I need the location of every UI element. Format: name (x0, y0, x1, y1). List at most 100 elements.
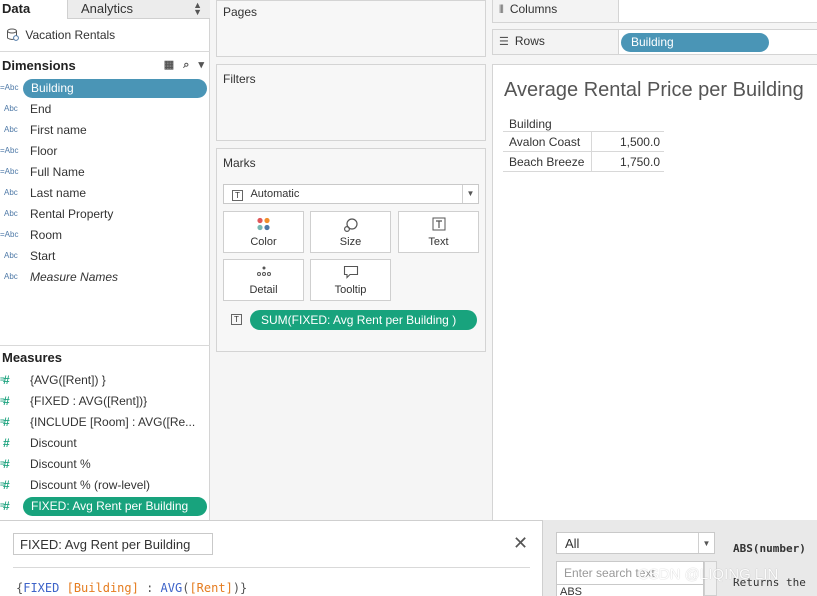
number-type-icon: # (0, 478, 10, 492)
color-button[interactable]: Color (223, 211, 304, 253)
rows-shelf-label: ☰ Rows (493, 30, 619, 54)
measure-item[interactable]: # FIXED: Avg Rent per Building (0, 496, 210, 517)
number-type-icon: # (0, 394, 10, 408)
dimension-item[interactable]: Abc Rental Property (0, 204, 210, 225)
watermark: CSDN @LIQING LIN (638, 566, 779, 583)
function-list[interactable]: ABS (556, 585, 704, 596)
measure-label: {AVG([Rent]) } (30, 373, 106, 387)
number-type-icon: # (3, 436, 10, 450)
code-keyword: FIXED (23, 581, 60, 595)
function-category-select[interactable]: All ▼ (556, 532, 715, 554)
number-type-icon: # (0, 457, 10, 471)
view-toggle-icon[interactable]: ▦ (164, 58, 174, 71)
size-icon (311, 212, 390, 233)
viz-row-value: 1,500.0 (591, 132, 664, 151)
detail-label: Detail (249, 284, 278, 296)
calc-name-field[interactable]: FIXED: Avg Rent per Building (13, 533, 213, 555)
text-mark-icon: T (232, 190, 243, 201)
viz-row[interactable]: Beach Breeze 1,750.0 (503, 152, 664, 172)
dimension-item[interactable]: Abc Measure Names (0, 267, 210, 288)
dimension-item[interactable]: =Abc Room (0, 225, 210, 246)
color-label: Color (250, 236, 277, 248)
dimension-label: Room (30, 228, 63, 242)
measure-label: Discount % (30, 457, 91, 471)
mark-type-select[interactable]: T Automatic ▼ (223, 184, 479, 204)
text-button[interactable]: Text (398, 211, 479, 253)
filters-card[interactable]: Filters (216, 64, 486, 141)
detail-dots-icon (224, 260, 303, 280)
measure-item[interactable]: # {INCLUDE [Room] : AVG([Re... (0, 412, 210, 433)
dimension-item[interactable]: Abc First name (0, 120, 210, 141)
string-type-icon: =Abc (0, 83, 19, 92)
dimension-item[interactable]: Abc End (0, 99, 210, 120)
mark-type-value: Automatic (250, 188, 300, 200)
chevron-down-icon[interactable]: ▼ (698, 533, 714, 553)
tooltip-icon (311, 260, 390, 280)
measures-header: Measures (0, 347, 210, 367)
viz-header-building[interactable]: Building (503, 115, 664, 132)
dimension-label: Rental Property (30, 207, 114, 221)
calc-formula-editor[interactable]: {FIXED [Building] : AVG([Rent])} (16, 581, 247, 595)
text-icon (399, 212, 478, 232)
columns-shelf-label: ⦀ Columns (493, 0, 619, 22)
tab-analytics[interactable]: Analytics ▲ ▼ (67, 0, 210, 19)
filters-title: Filters (223, 72, 256, 86)
chevron-down-icon[interactable]: ▾ (198, 58, 204, 71)
detail-button[interactable]: Detail (223, 259, 304, 301)
function-reference: All ▼ Enter search text ABS ABS(number) … (543, 520, 817, 596)
measure-item[interactable]: # Discount % (0, 454, 210, 475)
search-icon[interactable]: ⌕ (183, 59, 189, 72)
marks-measure-pill[interactable]: SUM(FIXED: Avg Rent per Building ) (250, 310, 477, 330)
measure-item[interactable]: # Discount % (row-level) (0, 475, 210, 496)
dimension-label: Building (23, 79, 207, 98)
marks-field-row: T SUM(FIXED: Avg Rent per Building ) (231, 310, 491, 330)
size-button[interactable]: Size (310, 211, 391, 253)
rows-building-pill[interactable]: Building (621, 33, 769, 52)
measure-label: {INCLUDE [Room] : AVG([Re... (30, 415, 196, 429)
string-type-icon: =Abc (0, 167, 19, 176)
viz-row[interactable]: Avalon Coast 1,500.0 (503, 132, 664, 152)
chevron-down-icon[interactable]: ▼ (462, 185, 478, 203)
dimension-item[interactable]: =Abc Building (0, 78, 210, 99)
measure-item[interactable]: # Discount (0, 433, 210, 454)
function-list-item[interactable]: ABS (560, 586, 582, 596)
tab-data[interactable]: Data (0, 0, 67, 19)
number-type-icon: # (0, 373, 10, 387)
dimension-item[interactable]: =Abc Full Name (0, 162, 210, 183)
columns-label: Columns (509, 2, 558, 16)
pane-tabs: Data Analytics ▲ ▼ (0, 0, 210, 19)
dimension-item[interactable]: =Abc Floor (0, 141, 210, 162)
viz-area: Average Rental Price per Building Buildi… (492, 64, 817, 520)
dimensions-title: Dimensions (2, 58, 76, 73)
string-type-icon: Abc (4, 209, 18, 218)
datasource-item[interactable]: Vacation Rentals (0, 25, 210, 47)
string-type-icon: Abc (4, 104, 18, 113)
tab-analytics-label: Analytics (81, 1, 134, 16)
measure-item[interactable]: # {AVG([Rent]) } (0, 370, 210, 391)
string-type-icon: Abc (4, 188, 18, 197)
updown-arrows-icon[interactable]: ▲ ▼ (193, 1, 202, 17)
columns-shelf[interactable]: ⦀ Columns (492, 0, 817, 23)
dimension-label: Last name (30, 186, 87, 200)
marks-title: Marks (223, 156, 256, 170)
measure-label: Discount % (row-level) (30, 478, 151, 492)
tooltip-button[interactable]: Tooltip (310, 259, 391, 301)
viz-title[interactable]: Average Rental Price per Building (504, 79, 804, 102)
pages-card[interactable]: Pages (216, 0, 486, 57)
measure-label: Discount (30, 436, 77, 450)
close-icon[interactable]: ✕ (513, 533, 528, 554)
divider (0, 345, 210, 346)
text-mark-icon: T (231, 314, 242, 325)
string-type-icon: Abc (4, 125, 18, 134)
dimensions-tools: ▦ ⌕ ▾ (158, 58, 204, 72)
dimension-item[interactable]: Abc Last name (0, 183, 210, 204)
dimension-item[interactable]: Abc Start (0, 246, 210, 267)
dimension-label: Full Name (30, 165, 85, 179)
divider (13, 567, 530, 568)
measure-item[interactable]: # {FIXED : AVG([Rent])} (0, 391, 210, 412)
datasource-icon (7, 28, 19, 41)
rows-shelf[interactable]: ☰ Rows Building (492, 29, 817, 55)
code-brace: } (240, 581, 248, 595)
color-dots-icon (224, 212, 303, 232)
number-type-icon: # (0, 499, 10, 513)
